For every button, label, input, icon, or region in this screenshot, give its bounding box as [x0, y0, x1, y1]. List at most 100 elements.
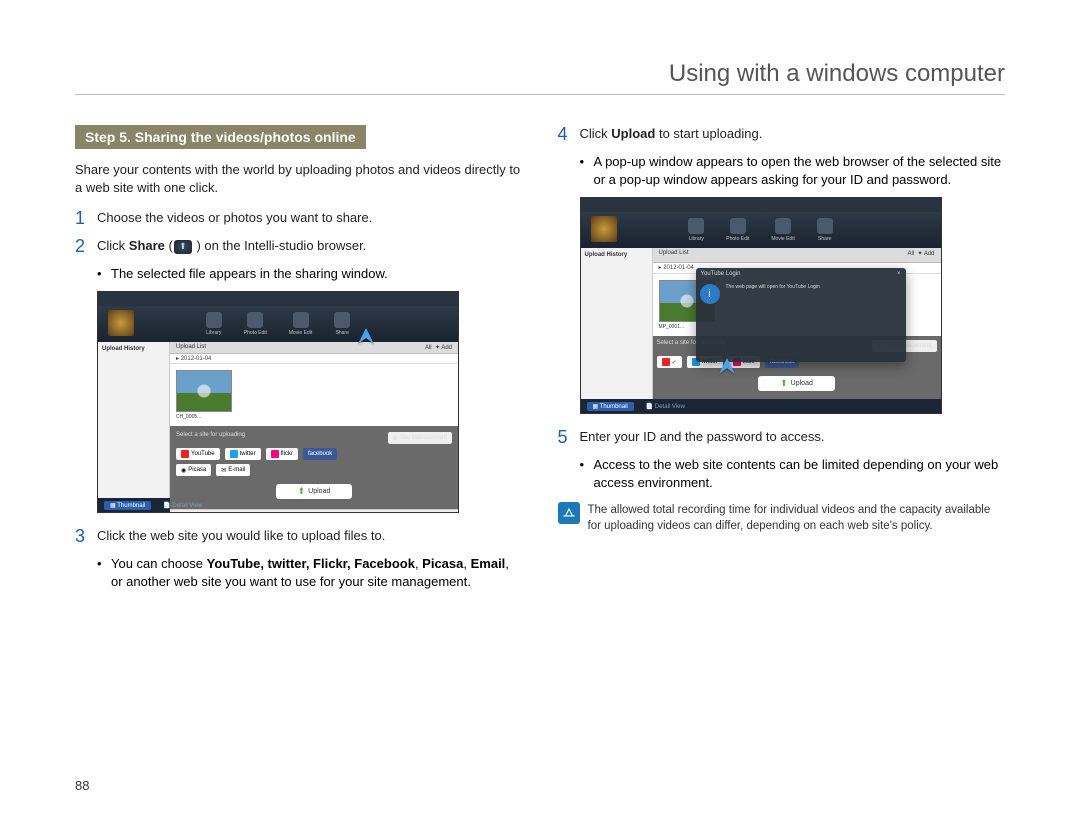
ss-main-area: Upload List All ✦ Add ▸ 2012-01-04 CH_00… [170, 342, 458, 498]
step-text: Click Share (⬆ ) on the Intelli-studio b… [97, 237, 366, 255]
right-column: 4 Click Upload to start uploading. • A p… [558, 125, 1006, 597]
chip-twitter[interactable]: twitter [225, 448, 261, 460]
popup-close-icon[interactable]: × [897, 271, 901, 277]
bullet-text: A pop-up window appears to open the web … [594, 153, 1006, 189]
bullet-text: The selected file appears in the sharing… [111, 265, 388, 283]
ss-tool-share[interactable]: Share [334, 312, 350, 336]
ss-tab-title: Upload List [176, 344, 206, 351]
left-column: Step 5. Sharing the videos/photos online… [75, 125, 523, 597]
ss-tab-title: Upload List [659, 250, 689, 260]
bullet-dot: • [97, 555, 111, 591]
ss-detail-view-button[interactable]: 📄 Detail View [640, 402, 691, 411]
ss-thumb-area: CH_0005... [170, 364, 458, 426]
popup-message: The web page will open for YouTube Login [726, 284, 820, 304]
ss-date-row[interactable]: ▸ 2012-01-04 [170, 354, 458, 364]
chip-email[interactable]: ✉ E-mail [216, 464, 250, 476]
ss-select-label: Select a site for uploading [176, 432, 245, 444]
policy-note: The allowed total recording time for ind… [558, 502, 1006, 534]
step-banner: Step 5. Sharing the videos/photos online [75, 125, 366, 149]
share-icon: ⬆ [174, 240, 192, 254]
popup-title: YouTube Login [701, 271, 741, 277]
text-fragment: ) on the Intelli-studio browser. [193, 238, 366, 253]
step-number: 1 [75, 209, 97, 229]
chip-youtube[interactable]: YouTube [176, 448, 220, 460]
ss-thumbnail-view-button[interactable]: ▦ Thumbnail [587, 402, 634, 411]
screenshot-share-window: Library Photo Edit Movie Edit Share Uplo… [97, 291, 459, 513]
ss-upload-row: ⬆Upload [657, 372, 937, 395]
two-column-layout: Step 5. Sharing the videos/photos online… [75, 125, 1005, 597]
note-text: The allowed total recording time for ind… [588, 502, 1006, 534]
step-text: Click the web site you would like to upl… [97, 527, 385, 545]
step-number: 2 [75, 237, 97, 257]
chip-picasa[interactable]: ◉ Picasa [176, 464, 211, 476]
ss-bottom-bar: ▦ Thumbnail 📄 Detail View [581, 399, 941, 413]
chip-flickr[interactable]: flickr [266, 448, 298, 460]
ss-thumbnail-view-button[interactable]: ▦ Thumbnail [104, 501, 151, 510]
ss-sidebar: Upload History [581, 248, 653, 399]
popup-body: i The web page will open for YouTube Log… [696, 280, 906, 308]
ss-tool-share[interactable]: Share [817, 218, 833, 242]
step-text: Enter your ID and the password to access… [580, 428, 825, 446]
ss-toolbar: Library Photo Edit Movie Edit Share [98, 306, 458, 342]
ss-tool-photo-edit[interactable]: Photo Edit [244, 312, 267, 336]
ss-titlebar [581, 198, 941, 212]
step-3: 3 Click the web site you would like to u… [75, 527, 523, 547]
text-fragment: Click [97, 238, 129, 253]
note-icon [558, 502, 580, 524]
chip-facebook[interactable]: facebook [303, 448, 337, 460]
ss-upload-button[interactable]: ⬆Upload [276, 484, 353, 499]
bullet-text: Access to the web site contents can be l… [594, 456, 1006, 492]
info-icon: i [700, 284, 720, 304]
step-1: 1 Choose the videos or photos you want t… [75, 209, 523, 229]
screenshot-upload-popup: Library Photo Edit Movie Edit Share Uplo… [580, 197, 942, 414]
chip-youtube[interactable]: ✔ [657, 356, 682, 368]
step-number: 5 [558, 428, 580, 448]
ss-site-row-2: ◉ Picasa ✉ E-mail [176, 464, 452, 476]
text-fragment: ( [165, 238, 173, 253]
bold-share: Share [129, 238, 165, 253]
ss-detail-view-button[interactable]: 📄 Detail View [157, 501, 208, 510]
step-5-bullet: • Access to the web site contents can be… [580, 456, 1006, 492]
callout-arrow-icon [715, 354, 739, 378]
manual-page: Using with a windows computer Step 5. Sh… [0, 0, 1080, 825]
ss-thumbnail[interactable] [176, 370, 232, 412]
ss-pc-indicator: 💻 PC [170, 509, 458, 513]
ss-tab-header: Upload List All ✦ Add [170, 342, 458, 354]
bullet-dot: • [580, 456, 594, 492]
ss-brand-logo [108, 310, 134, 336]
ss-upload-button[interactable]: ⬆Upload [758, 376, 835, 391]
ss-tab-right: All ✦ Add [425, 344, 452, 351]
step-4: 4 Click Upload to start uploading. [558, 125, 1006, 145]
ss-tool-photo-edit[interactable]: Photo Edit [726, 218, 749, 242]
bullet-dot: • [580, 153, 594, 189]
ss-tool-library[interactable]: Library [688, 218, 704, 242]
ss-tool-library[interactable]: Library [206, 312, 222, 336]
ss-thumb-label: CH_0005... [176, 414, 452, 420]
ss-tab-right: All ✦ Add [907, 250, 934, 260]
step-4-bullet: • A pop-up window appears to open the we… [580, 153, 1006, 189]
step-text: Click Upload to start uploading. [580, 125, 763, 143]
ss-toolbar: Library Photo Edit Movie Edit Share [581, 212, 941, 248]
step-2: 2 Click Share (⬆ ) on the Intelli-studio… [75, 237, 523, 257]
callout-arrow-icon [354, 324, 378, 348]
ss-site-selector: Select a site for uploading ⚙ Site Manag… [170, 426, 458, 509]
page-title: Using with a windows computer [75, 60, 1005, 95]
ss-body: Upload History Upload List All ✦ Add ▸ 2… [98, 342, 458, 498]
step-3-bullet: • You can choose YouTube, twitter, Flick… [97, 555, 523, 591]
page-number: 88 [75, 778, 89, 793]
step-text: Choose the videos or photos you want to … [97, 209, 372, 227]
ss-titlebar [98, 292, 458, 306]
intro-paragraph: Share your contents with the world by up… [75, 161, 523, 197]
step-number: 3 [75, 527, 97, 547]
ss-site-mgmt-button[interactable]: ⚙ Site Management [388, 432, 452, 444]
ss-login-popup: YouTube Login × i The web page will open… [696, 268, 906, 362]
bullet-dot: • [97, 265, 111, 283]
bullet-text: You can choose YouTube, twitter, Flickr,… [111, 555, 523, 591]
ss-tool-movie-edit[interactable]: Movie Edit [771, 218, 794, 242]
ss-brand-logo [591, 216, 617, 242]
ss-tab-header: Upload List All ✦ Add [653, 248, 941, 263]
step-5: 5 Enter your ID and the password to acce… [558, 428, 1006, 448]
ss-tool-movie-edit[interactable]: Movie Edit [289, 312, 312, 336]
popup-site-row [696, 308, 906, 312]
popup-titlebar: YouTube Login × [696, 268, 906, 280]
